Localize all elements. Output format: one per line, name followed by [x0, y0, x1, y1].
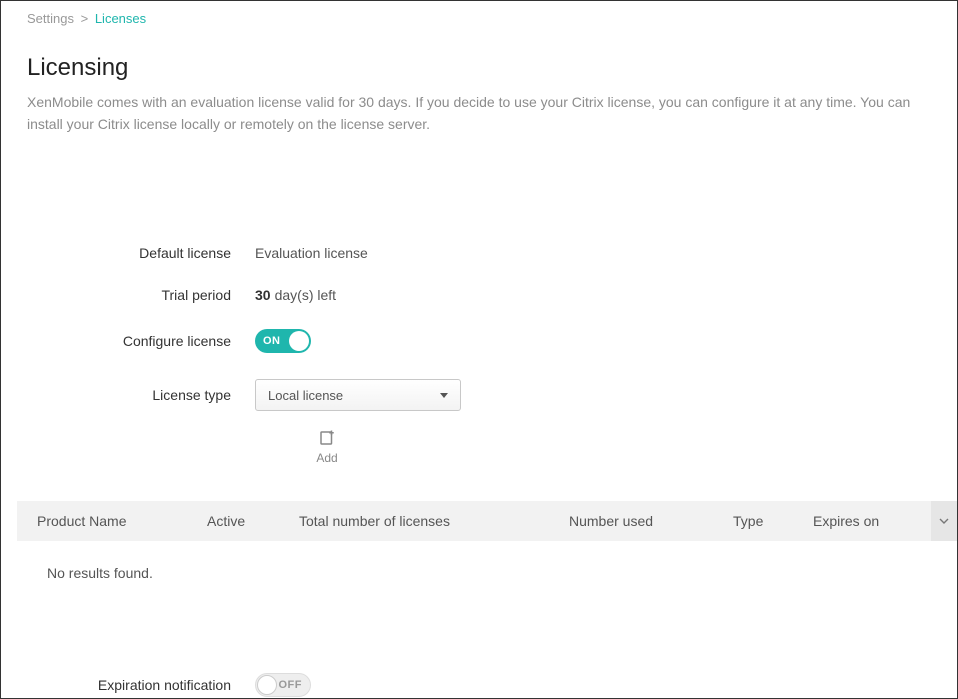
breadcrumb-current[interactable]: Licenses [95, 11, 146, 26]
expiration-notification-toggle[interactable]: OFF [255, 673, 311, 697]
default-license-value: Evaluation license [255, 245, 368, 261]
trial-period-label: Trial period [27, 287, 255, 303]
add-icon [318, 429, 336, 447]
th-expires[interactable]: Expires on [801, 501, 931, 541]
expiration-notification-label: Expiration notification [27, 677, 255, 693]
add-label: Add [312, 451, 342, 465]
license-type-select[interactable]: Local license [255, 379, 461, 411]
configure-license-label: Configure license [27, 333, 255, 349]
chevron-down-icon [440, 393, 448, 398]
expiration-notification-row: Expiration notification OFF [27, 673, 957, 697]
breadcrumb: Settings > Licenses [27, 11, 931, 26]
breadcrumb-parent[interactable]: Settings [27, 11, 74, 26]
th-total[interactable]: Total number of licenses [287, 501, 557, 541]
configure-license-row: Configure license ON [27, 329, 931, 353]
toggle-knob [257, 675, 277, 695]
chevron-down-icon [939, 513, 949, 523]
trial-period-row: Trial period 30 day(s) left [27, 287, 931, 303]
default-license-label: Default license [27, 245, 255, 261]
trial-period-suffix: day(s) left [275, 287, 336, 303]
toggle-on-label: ON [263, 335, 281, 347]
licenses-table: Product Name Active Total number of lice… [17, 501, 957, 541]
th-product-name[interactable]: Product Name [17, 501, 195, 541]
license-type-label: License type [27, 387, 255, 403]
toggle-knob [289, 331, 309, 351]
th-expand[interactable] [931, 501, 957, 541]
th-used[interactable]: Number used [557, 501, 721, 541]
no-results-message: No results found. [17, 541, 957, 581]
page-description: XenMobile comes with an evaluation licen… [27, 92, 927, 135]
toggle-off-label: OFF [279, 679, 303, 691]
default-license-row: Default license Evaluation license [27, 245, 931, 261]
page-title: Licensing [27, 54, 931, 82]
th-active[interactable]: Active [195, 501, 287, 541]
breadcrumb-separator: > [81, 11, 89, 26]
configure-license-toggle[interactable]: ON [255, 329, 311, 353]
license-type-row: License type Local license [27, 379, 931, 411]
trial-period-days: 30 [255, 287, 271, 303]
trial-period-value: 30 day(s) left [255, 287, 336, 303]
license-type-selected: Local license [268, 388, 343, 403]
th-type[interactable]: Type [721, 501, 801, 541]
add-button[interactable]: Add [312, 429, 342, 465]
